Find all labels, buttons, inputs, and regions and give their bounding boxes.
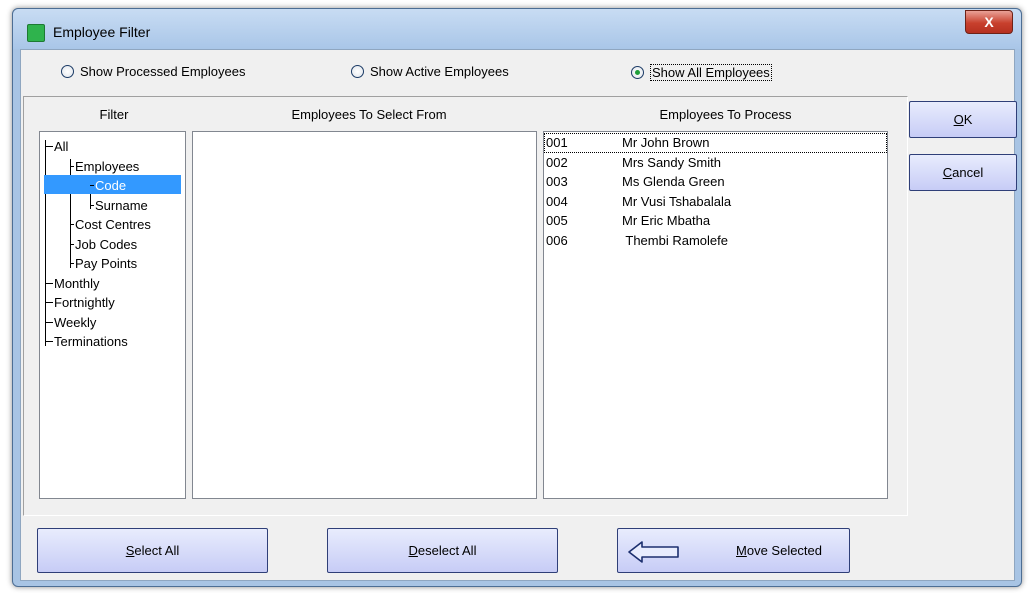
employee-row[interactable]: 002 Mrs Sandy Smith [544,153,887,173]
tree-connector [45,282,53,284]
employee-code: 006 [546,232,568,248]
close-button[interactable]: X [965,10,1013,34]
to-process-header: Employees To Process [659,107,792,122]
tree-item-label: Monthly [54,275,100,291]
filter-header: Filter [99,107,129,122]
select-all-mnemonic: S [125,543,135,558]
app-icon [27,24,45,42]
tree-item[interactable]: All [40,136,185,156]
radio-show-active[interactable]: Show Active Employees [351,64,509,79]
radio-button-icon [351,65,364,78]
tree-item-label: Job Codes [75,236,138,252]
employee-name: Mr John Brown [622,135,710,150]
employee-code: 004 [546,193,568,209]
tree-item[interactable]: Code [40,175,185,195]
tree-item-label: Pay Points [75,256,138,271]
radio-label: Show Processed Employees [80,64,246,79]
left-arrow-icon [628,541,679,563]
move-selected-label: ove Selected [746,543,823,558]
ok-label: K [963,112,973,127]
tree-item[interactable]: Job Codes [40,234,185,254]
select-all-label: elect All [134,543,180,558]
tree-item[interactable]: Cost Centres [40,214,185,234]
tree-item-label: Weekly [54,314,97,330]
tree-connector [45,321,53,323]
tree-connector [45,146,53,147]
radio-button-checked-icon [631,66,644,79]
radio-label: Show All Employees [650,64,772,81]
move-selected-button[interactable]: Move Selected [617,528,850,573]
tree-item[interactable]: Terminations [40,331,185,351]
employee-code: 002 [546,154,568,170]
tree-item-label: Cost Centres [75,217,151,232]
move-selected-mnemonic: M [736,543,747,558]
tree-item-label: Fortnightly [54,295,115,310]
employee-name: Thembi Ramolefe [622,232,728,248]
employee-name: Mrs Sandy Smith [622,154,721,170]
tree-item[interactable]: Monthly [40,273,185,293]
employee-row[interactable]: 005 Mr Eric Mbatha [544,211,887,231]
employee-filter-window: Employee Filter X Show Processed Employe… [12,8,1022,587]
employee-name: Mr Vusi Tshabalala [622,193,732,209]
employee-code: 001 [546,135,568,150]
employee-row[interactable]: 004 Mr Vusi Tshabalala [544,192,887,212]
tree-item-label: All [54,139,69,154]
tree-item[interactable]: Employees [40,156,185,176]
tree-connector [45,302,53,303]
tree-item[interactable]: Weekly [40,312,185,332]
cancel-label: ancel [952,165,984,180]
ok-button[interactable]: OK [909,101,1017,138]
radio-show-all[interactable]: Show All Employees [631,64,772,81]
filter-tree[interactable]: All Employees Code Surname Cost Centres Job C… [39,131,186,499]
employee-row[interactable]: 001 Mr John Brown [544,133,887,153]
employees-to-process-list[interactable]: 001 Mr John Brown 002 Mrs Sandy Smith 003 Ms … [543,131,888,499]
tree-item-label: Terminations [54,334,128,349]
employee-code: 003 [546,174,568,189]
tree-item[interactable]: Surname [40,195,185,215]
tree-item-label: Employees [75,158,140,174]
tree-item-label: Code [95,178,127,193]
deselect-all-button[interactable]: Deselect All [327,528,558,573]
tree-item-label: Surname [95,197,148,213]
tree-item[interactable]: Fortnightly [40,292,185,312]
window-title: Employee Filter [53,24,151,40]
cancel-button[interactable]: Cancel [909,154,1017,191]
employee-row[interactable]: 003 Ms Glenda Green [544,172,887,192]
close-icon: X [984,14,994,30]
tree-item[interactable]: Pay Points [40,253,185,273]
select-from-header: Employees To Select From [291,107,447,122]
radio-button-icon [61,65,74,78]
tree-connector [45,341,53,342]
radio-show-processed[interactable]: Show Processed Employees [61,64,245,79]
cancel-mnemonic: C [942,165,953,180]
radio-label: Show Active Employees [370,64,509,79]
employee-row[interactable]: 006 Thembi Ramolefe [544,231,887,251]
deselect-all-mnemonic: D [408,543,418,558]
employees-select-from-list[interactable] [192,131,537,499]
select-all-button[interactable]: Select All [37,528,268,573]
employee-name: Mr Eric Mbatha [622,213,711,228]
title-bar[interactable]: Employee Filter X [13,9,1021,49]
deselect-all-label: eselect All [417,543,477,558]
ok-mnemonic: O [953,112,964,127]
employee-name: Ms Glenda Green [622,174,725,189]
dialog-body: Show Processed Employees Show Active Emp… [20,49,1017,581]
employee-code: 005 [546,213,568,228]
